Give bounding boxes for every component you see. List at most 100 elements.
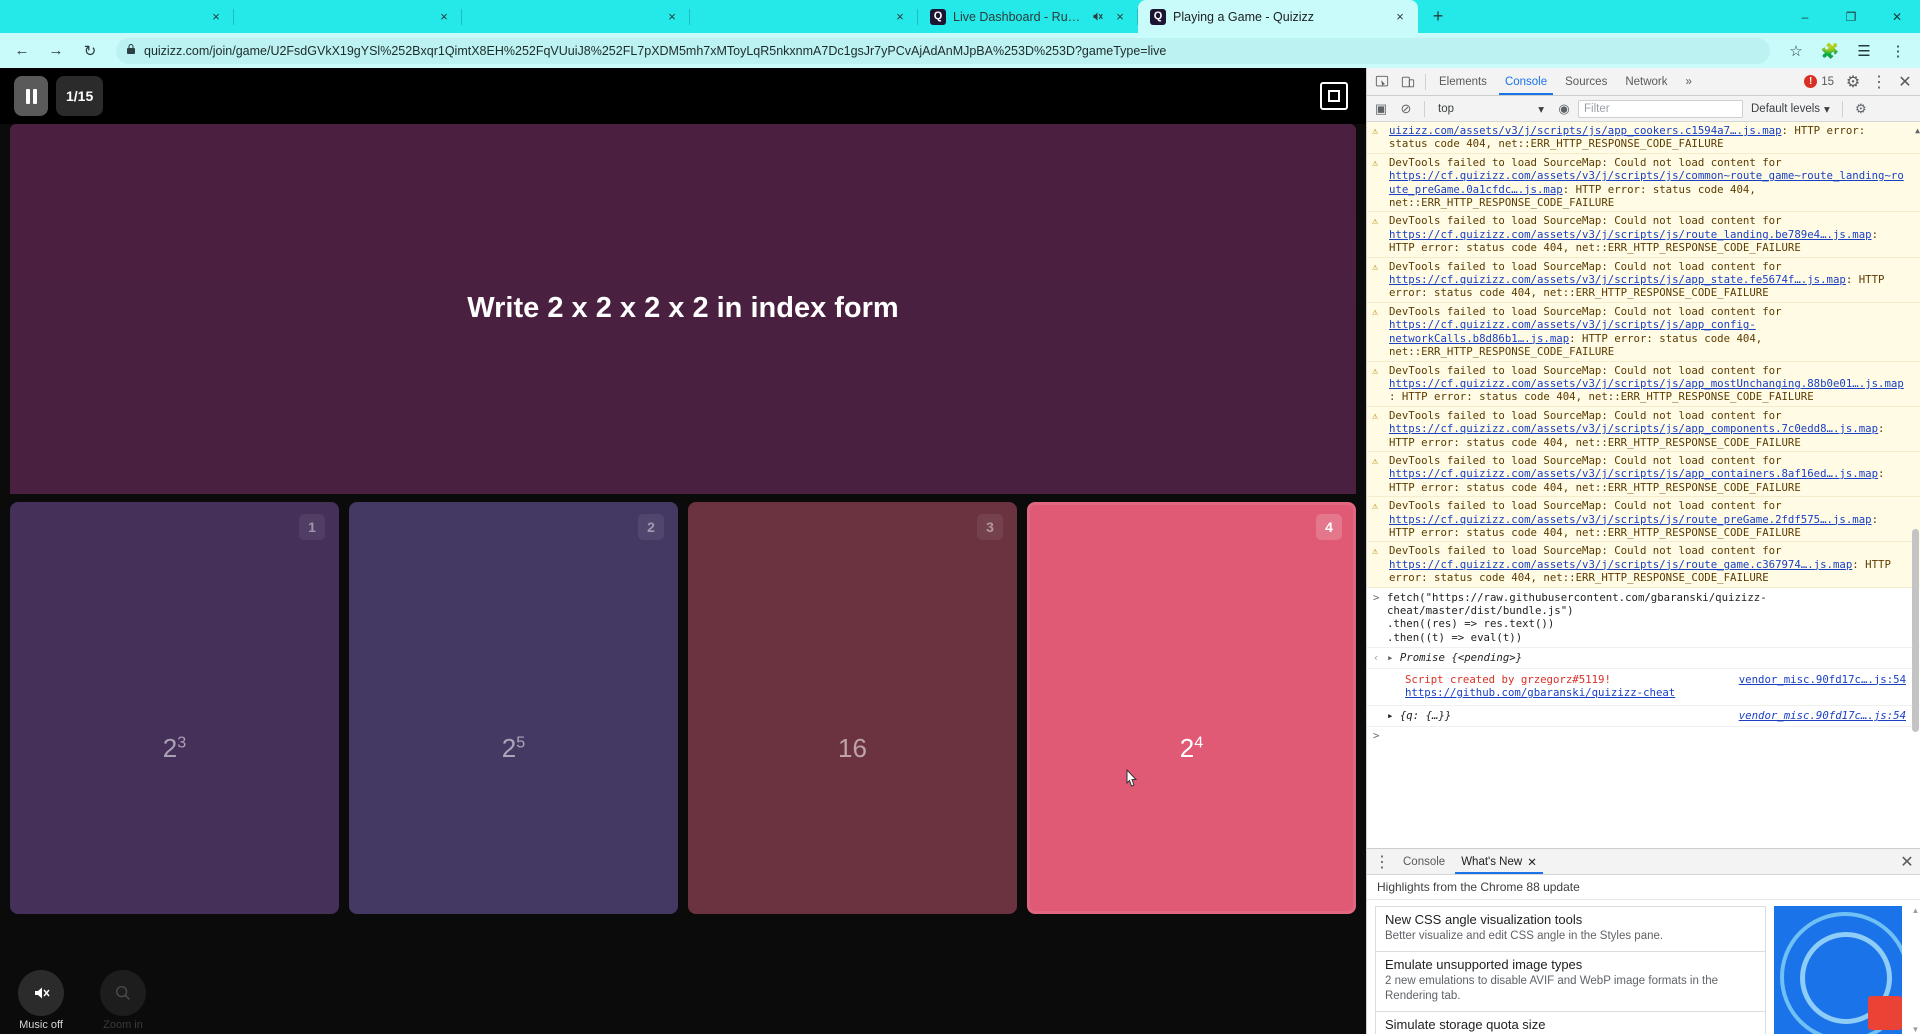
fullscreen-icon <box>1328 90 1340 102</box>
expression-text: fetch("https://raw.githubusercontent.com… <box>1387 590 1767 644</box>
window-minimize-button[interactable]: – <box>1782 0 1828 33</box>
address-bar[interactable]: quizizz.com/join/game/U2FsdGVkX19gYSl%25… <box>116 37 1770 64</box>
device-toolbar-icon[interactable] <box>1395 69 1421 95</box>
scrollbar-thumb[interactable] <box>1912 528 1919 732</box>
browser-tab-playing-a-game[interactable]: Q Playing a Game - Quizizz × <box>1138 0 1418 33</box>
clear-console-icon[interactable]: ⊘ <box>1395 98 1417 120</box>
cheat-repo-link[interactable]: https://github.com/gbaranski/quizizz-che… <box>1387 686 1906 699</box>
zoom-in-button[interactable]: Zoom in <box>100 969 146 1031</box>
inspect-element-icon[interactable] <box>1369 69 1395 95</box>
viewport: 1/15 Write 2 x 2 x 2 x 2 in index form 1… <box>0 68 1920 1034</box>
extensions-icon[interactable]: 🧩 <box>1816 37 1844 65</box>
console-message-list[interactable]: ⚠ uizizz.com/assets/v3/j/scripts/js/app_c… <box>1367 122 1920 848</box>
result-caret-icon: ‹ <box>1373 651 1380 665</box>
devtools-more-menu-icon[interactable]: ⋮ <box>1866 69 1892 95</box>
scroll-up-arrow-icon[interactable]: ▲ <box>1912 906 1920 915</box>
pause-button[interactable] <box>14 76 48 116</box>
devtools-tab-network[interactable]: Network <box>1616 68 1676 95</box>
browser-tab-3[interactable]: × <box>462 0 690 33</box>
scroll-up-arrow-icon[interactable]: ▲ <box>1915 124 1920 137</box>
tab-title: Live Dashboard - Running <box>953 9 1082 24</box>
browser-tab-1[interactable]: × <box>6 0 234 33</box>
tab-close-icon[interactable]: × <box>208 9 224 25</box>
browser-tab-live-dashboard[interactable]: Q Live Dashboard - Running × <box>918 0 1138 33</box>
devtools-more-tabs-button[interactable]: » <box>1677 68 1701 95</box>
repo-url[interactable]: https://github.com/gbaranski/quizizz-che… <box>1405 686 1675 699</box>
scroll-down-arrow-icon[interactable]: ▼ <box>1912 1025 1920 1034</box>
expand-triangle-icon[interactable]: ▸ <box>1387 709 1400 722</box>
tab-mute-icon[interactable] <box>1089 9 1105 25</box>
quizizz-favicon-icon: Q <box>930 8 946 25</box>
devtools-tab-elements[interactable]: Elements <box>1430 68 1496 95</box>
devtools-close-icon[interactable]: ✕ <box>1892 69 1918 95</box>
source-map-link[interactable]: https://cf.quizizz.com/assets/v3/j/scrip… <box>1389 377 1904 390</box>
console-settings-icon[interactable]: ⚙ <box>1850 98 1872 120</box>
answer-number-badge: 3 <box>977 514 1003 540</box>
object-source-link[interactable]: vendor_misc.90fd17c….js:54 <box>1739 709 1906 722</box>
drawer-tab-close-icon[interactable]: ✕ <box>1527 855 1537 869</box>
answer-option-2[interactable]: 2 25 <box>349 502 678 914</box>
console-input-expression[interactable]: > fetch("https://raw.githubusercontent.co… <box>1367 588 1920 649</box>
console-sidebar-toggle-icon[interactable]: ▣ <box>1370 98 1392 120</box>
fullscreen-button[interactable] <box>1320 82 1348 110</box>
warning-icon: ⚠ <box>1372 306 1379 318</box>
tab-close-icon[interactable]: × <box>1112 9 1128 25</box>
browser-tab-2[interactable]: × <box>234 0 462 33</box>
drawer-tab-console[interactable]: Console <box>1395 849 1453 874</box>
source-map-link[interactable]: https://cf.quizizz.com/assets/v3/j/scrip… <box>1389 228 1872 241</box>
source-map-link[interactable]: https://cf.quizizz.com/assets/v3/j/scrip… <box>1389 467 1878 480</box>
source-map-link[interactable]: https://cf.quizizz.com/assets/v3/j/scrip… <box>1389 273 1846 286</box>
tab-close-icon[interactable]: × <box>892 9 908 25</box>
drawer-close-icon[interactable]: ✕ <box>1894 849 1920 875</box>
tab-close-icon[interactable]: × <box>1392 9 1408 25</box>
object-value: {q: {…}} <box>1399 709 1452 723</box>
whats-new-card[interactable]: Emulate unsupported image types 2 new em… <box>1375 950 1766 1011</box>
source-map-link[interactable]: uizizz.com/assets/v3/j/scripts/js/app_co… <box>1389 124 1782 137</box>
console-context-selector[interactable]: top ▾ <box>1432 102 1550 116</box>
console-scrollbar[interactable]: ▲ <box>1911 122 1920 848</box>
log-levels-value: Default levels <box>1751 102 1821 115</box>
profile-icon[interactable]: ☰ <box>1850 37 1878 65</box>
answer-option-4[interactable]: 4 24 <box>1027 502 1356 914</box>
drawer-tab-whats-new[interactable]: What's New ✕ <box>1453 849 1545 874</box>
console-warning-message: ⚠ DevTools failed to load SourceMap: Coul… <box>1367 406 1920 452</box>
answer-option-1[interactable]: 1 23 <box>10 502 339 914</box>
window-maximize-button[interactable]: ❐ <box>1828 0 1874 33</box>
source-map-link[interactable]: https://cf.quizizz.com/assets/v3/j/scrip… <box>1389 558 1852 571</box>
source-map-link[interactable]: https://cf.quizizz.com/assets/v3/j/scrip… <box>1389 513 1872 526</box>
card-title: Simulate storage quota size <box>1385 1016 1546 1032</box>
console-log-levels-selector[interactable]: Default levels ▾ <box>1746 102 1835 116</box>
devtools-tab-sources[interactable]: Sources <box>1556 68 1616 95</box>
tab-close-icon[interactable]: × <box>664 9 680 25</box>
devtools-settings-icon[interactable]: ⚙ <box>1840 69 1866 95</box>
forward-button[interactable]: → <box>42 37 70 65</box>
drawer-scrollbar[interactable]: ▲ ▼ <box>1911 906 1920 1034</box>
message-text: DevTools failed to load SourceMap: Could… <box>1389 363 1782 377</box>
answer-option-3[interactable]: 3 16 <box>688 502 1017 914</box>
whats-new-card[interactable]: New CSS angle visualization tools Better… <box>1375 906 1766 951</box>
devtools-tab-console[interactable]: Console <box>1496 68 1556 95</box>
back-button[interactable]: ← <box>8 37 36 65</box>
whats-new-card[interactable]: Simulate storage quota size <box>1375 1010 1766 1034</box>
browser-menu-icon[interactable]: ⋮ <box>1884 37 1912 65</box>
music-toggle-button[interactable]: Music off <box>18 969 64 1031</box>
log-source-link[interactable]: vendor_misc.90fd17c….js:54 <box>1739 673 1906 686</box>
live-expression-eye-icon[interactable]: ◉ <box>1553 98 1575 120</box>
tab-close-icon[interactable]: × <box>436 9 452 25</box>
expand-triangle-icon[interactable]: ▸ <box>1387 651 1400 664</box>
new-tab-button[interactable]: + <box>1424 2 1452 30</box>
window-close-button[interactable]: ✕ <box>1874 0 1920 33</box>
reload-button[interactable]: ↻ <box>76 37 104 65</box>
source-map-link[interactable]: https://cf.quizizz.com/assets/v3/j/scrip… <box>1389 422 1878 435</box>
console-warning-message: ⚠ DevTools failed to load SourceMap: Coul… <box>1367 451 1920 498</box>
bookmark-star-icon[interactable]: ☆ <box>1782 37 1810 65</box>
browser-tab-4[interactable]: × <box>690 0 918 33</box>
console-prompt[interactable]: > <box>1367 727 1920 745</box>
console-filter-input[interactable]: Filter <box>1578 99 1743 118</box>
music-off-icon <box>18 969 64 1016</box>
drawer-menu-icon[interactable]: ⋮ <box>1369 849 1395 875</box>
message-text: DevTools failed to load SourceMap: Could… <box>1389 155 1782 169</box>
music-toggle-label: Music off <box>19 1018 63 1031</box>
question-text: Write 2 x 2 x 2 x 2 in index form <box>467 292 899 325</box>
error-count-badge[interactable]: ! 15 <box>1798 75 1840 88</box>
